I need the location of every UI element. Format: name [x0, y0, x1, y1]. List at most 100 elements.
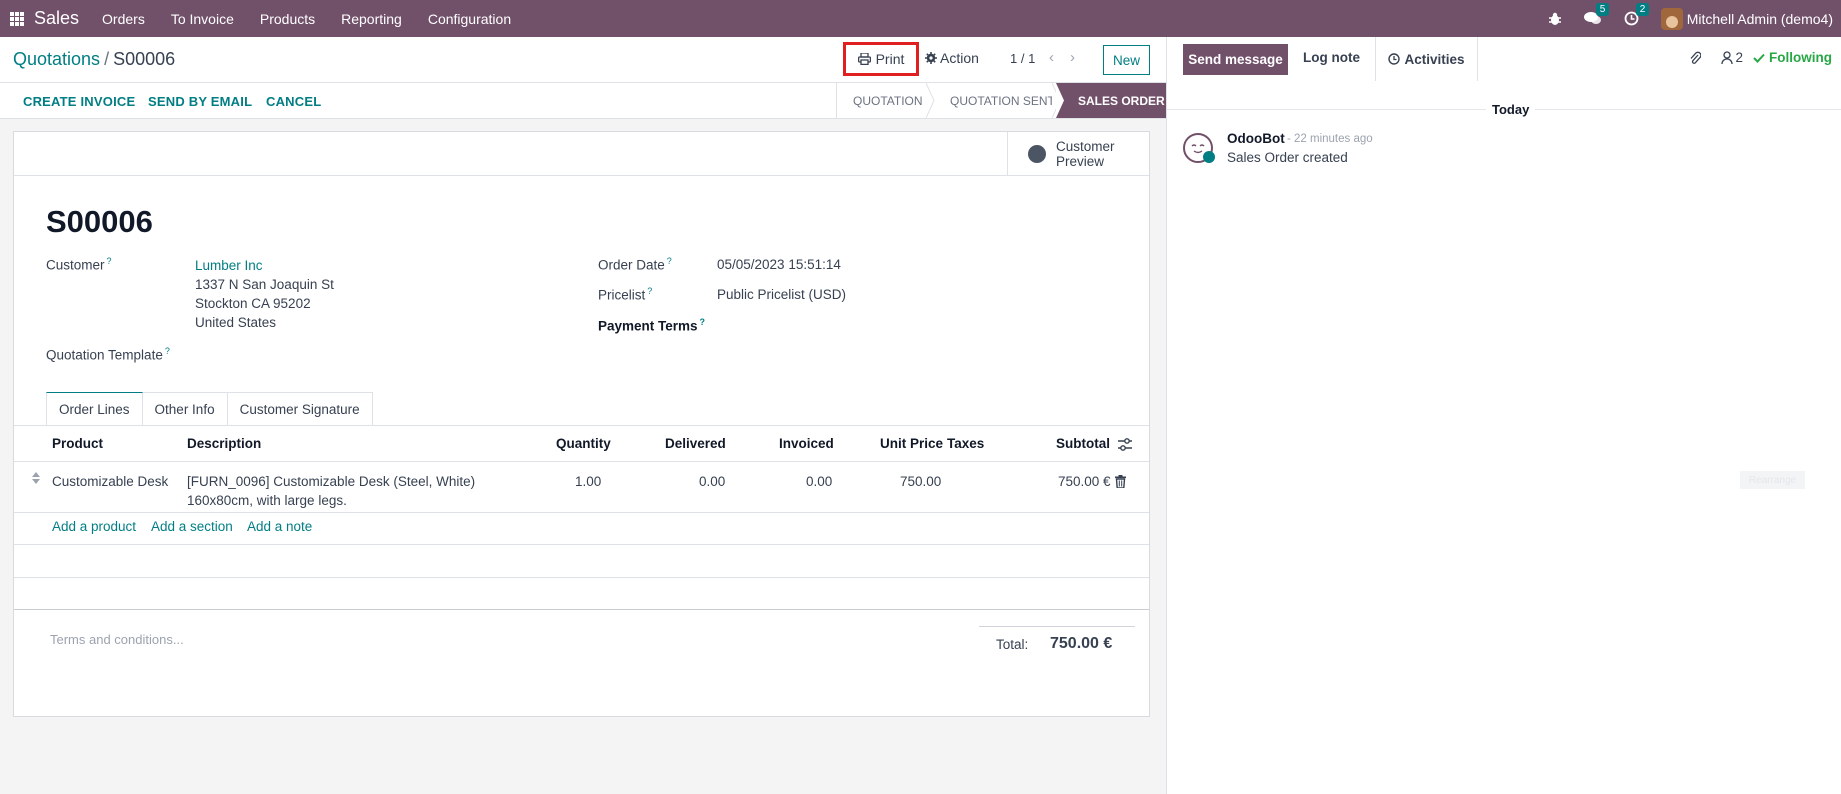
drag-handle-icon[interactable] [32, 472, 40, 484]
col-product[interactable]: Product [52, 436, 103, 451]
add-product-link[interactable]: Add a product [52, 519, 136, 534]
log-note-button[interactable]: Log note [1303, 50, 1360, 65]
stage-quotation[interactable]: QUOTATION [836, 83, 935, 118]
row-description-2[interactable]: 160x80cm, with large legs. [187, 493, 347, 508]
button-box: Customer Preview [14, 132, 1149, 176]
action-button[interactable]: Action [925, 50, 979, 66]
col-unit-price[interactable]: Unit Price [880, 436, 943, 451]
col-delivered[interactable]: Delivered [665, 436, 726, 451]
tab-customer-signature[interactable]: Customer Signature [227, 392, 373, 426]
activities-clock-icon[interactable]: 2 [1624, 3, 1650, 26]
chatter-actions: 2 Following [1689, 50, 1832, 65]
row-description-1[interactable]: [FURN_0096] Customizable Desk (Steel, Wh… [187, 474, 475, 489]
pager-next-icon[interactable]: › [1070, 49, 1075, 66]
cancel-button[interactable]: CANCEL [266, 94, 321, 109]
row-product[interactable]: Customizable Desk [52, 474, 168, 489]
create-invoice-button[interactable]: CREATE INVOICE [23, 94, 135, 109]
col-taxes[interactable]: Taxes [947, 436, 984, 451]
pricelist-field[interactable]: Public Pricelist (USD) [717, 287, 846, 302]
user-menu[interactable]: Mitchell Admin (demo4) [1687, 11, 1833, 27]
chatter: Send message Log note Activities 2 Follo… [1166, 37, 1841, 794]
messages-icon[interactable]: 5 [1583, 3, 1610, 26]
app-name[interactable]: Sales [34, 8, 79, 29]
followers-count[interactable]: 2 [1735, 50, 1743, 65]
customer-label: Customer? [46, 256, 112, 273]
new-button[interactable]: New [1103, 45, 1150, 75]
bug-icon[interactable] [1548, 12, 1562, 26]
row-unit-price[interactable]: 750.00 [900, 474, 941, 489]
date-separator: Today [1486, 102, 1536, 117]
row-divider [14, 577, 1149, 578]
row-subtotal: 750.00 € [1058, 474, 1111, 489]
control-panel: Quotations / S00006 Print Action 1 / 1 ‹ ›… [0, 37, 1166, 83]
add-section-link[interactable]: Add a section [151, 519, 233, 534]
send-by-email-button[interactable]: SEND BY EMAIL [148, 94, 252, 109]
odoobot-avatar[interactable] [1183, 133, 1215, 163]
menu-reporting[interactable]: Reporting [341, 11, 402, 27]
followers-icon[interactable] [1721, 51, 1734, 64]
globe-icon [1028, 145, 1046, 163]
order-title: S00006 [46, 204, 153, 239]
total-value: 750.00 € [1050, 635, 1113, 652]
order-date-field[interactable]: 05/05/2023 15:51:14 [717, 257, 841, 272]
total-divider [979, 626, 1135, 627]
row-delivered[interactable]: 0.00 [699, 474, 725, 489]
heart-icon [1203, 151, 1215, 163]
notebook-tabs: Order Lines Other Info Customer Signatur… [46, 392, 373, 426]
check-icon [1753, 53, 1765, 63]
total-label: Total: [996, 637, 1029, 652]
apps-menu-icon[interactable] [10, 11, 24, 26]
following-button[interactable]: Following [1769, 50, 1832, 65]
customer-preview-button[interactable]: Customer Preview [1007, 132, 1149, 176]
tabs-divider [14, 425, 1149, 426]
print-button[interactable]: Print [843, 42, 919, 76]
gear-icon [925, 52, 937, 64]
activities-badge: 2 [1635, 3, 1650, 16]
menu-configuration[interactable]: Configuration [428, 11, 511, 27]
pager-value[interactable]: 1 / 1 [1010, 51, 1035, 66]
menu-products[interactable]: Products [260, 11, 315, 27]
stage-sales-order[interactable]: SALES ORDER [1056, 83, 1166, 118]
activities-button[interactable]: Activities [1375, 37, 1478, 81]
menu-to-invoice[interactable]: To Invoice [171, 11, 234, 27]
col-quantity[interactable]: Quantity [556, 436, 611, 451]
terms-field[interactable]: Terms and conditions... [50, 632, 184, 647]
pager-previous-icon[interactable]: ‹ [1049, 49, 1054, 66]
message-author[interactable]: OdooBot [1227, 131, 1285, 146]
customer-field[interactable]: Lumber Inc [195, 258, 263, 273]
tab-other-info[interactable]: Other Info [142, 392, 228, 426]
print-label: Print [875, 51, 905, 67]
address-line-3: United States [195, 315, 277, 330]
col-description[interactable]: Description [187, 436, 261, 451]
customer-preview-label-1: Customer [1056, 139, 1115, 154]
row-divider [14, 512, 1149, 513]
col-invoiced[interactable]: Invoiced [779, 436, 834, 451]
status-bar: CREATE INVOICE SEND BY EMAIL CANCEL QUOT… [0, 83, 1166, 119]
payment-terms-label: Payment Terms? [598, 317, 706, 334]
action-label: Action [940, 50, 979, 66]
message-body: Sales Order created [1227, 150, 1348, 165]
col-subtotal[interactable]: Subtotal [1056, 436, 1110, 451]
stage-quotation-sent[interactable]: QUOTATION SENT [930, 83, 1061, 118]
send-message-button[interactable]: Send message [1183, 44, 1288, 75]
printer-icon [857, 53, 871, 65]
row-quantity[interactable]: 1.00 [575, 474, 601, 489]
stage-pipeline: QUOTATION QUOTATION SENT SALES ORDER [836, 83, 1166, 118]
form-view: Quotations / S00006 Print Action 1 / 1 ‹ ›… [0, 37, 1166, 794]
quotation-template-label: Quotation Template? [46, 346, 170, 363]
faint-button[interactable]: Rearrange [1740, 471, 1805, 489]
chatter-topbar: Send message Log note Activities 2 Follo… [1167, 37, 1841, 81]
add-note-link[interactable]: Add a note [247, 519, 312, 534]
stage-sales-order-label: SALES ORDER [1078, 93, 1165, 108]
optional-columns-icon[interactable] [1118, 438, 1132, 451]
breadcrumb-quotations[interactable]: Quotations [13, 49, 100, 69]
menu-orders[interactable]: Orders [102, 11, 145, 27]
row-invoiced[interactable]: 0.00 [806, 474, 832, 489]
paperclip-icon[interactable] [1689, 50, 1702, 65]
trash-icon[interactable] [1115, 475, 1126, 488]
messages-badge: 5 [1595, 3, 1610, 16]
customer-preview-label-2: Preview [1056, 154, 1105, 169]
user-avatar[interactable] [1660, 7, 1683, 30]
tab-order-lines[interactable]: Order Lines [46, 392, 143, 426]
breadcrumb-separator: / [104, 49, 110, 69]
